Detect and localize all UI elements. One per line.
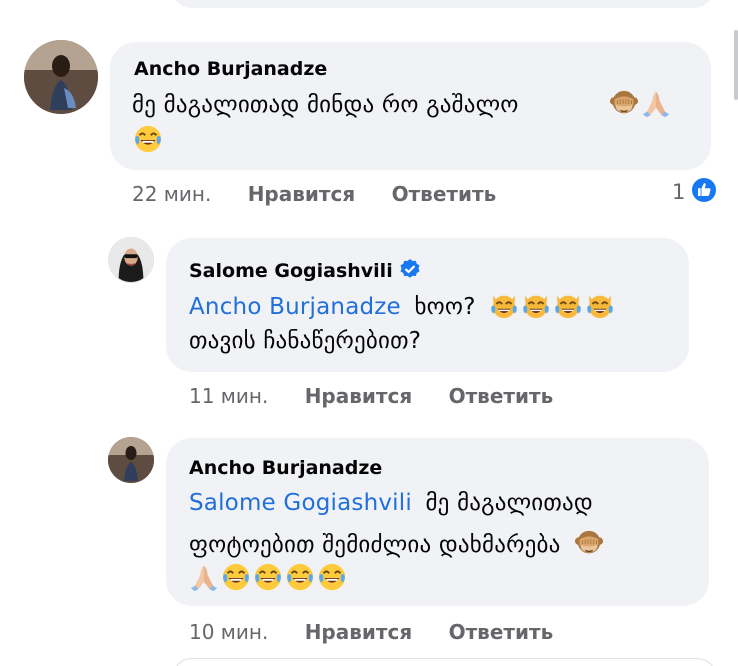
- comment-text: მე მაგალითად მინდა რო გაშალო: [132, 92, 519, 118]
- comment-text-line: ფოტოებით შემიძლია დახმარება: [189, 528, 606, 558]
- avatar[interactable]: [108, 437, 154, 483]
- thumbs-up-icon: [690, 176, 718, 204]
- comment-text-line: მე მაგალითად მინდა რო გაშალო: [132, 92, 519, 118]
- see-no-evil-monkey-emoji: [609, 88, 639, 118]
- comment-emoji-group: [609, 88, 673, 118]
- cat-with-tears-of-joy-emoji: [585, 290, 615, 320]
- see-no-evil-monkey-emoji: [574, 528, 604, 558]
- reply-button[interactable]: Ответить: [392, 182, 497, 206]
- next-comment-bubble: [172, 658, 717, 666]
- comment-author[interactable]: Ancho Burjanadze: [134, 58, 327, 80]
- reply-button[interactable]: Ответить: [449, 384, 554, 408]
- face-with-tears-of-joy-emoji: [317, 562, 347, 592]
- mention-link[interactable]: Salome Gogiashvili: [189, 490, 412, 516]
- folded-hands-emoji: [641, 88, 671, 118]
- face-with-tears-of-joy-emoji: [285, 562, 315, 592]
- comment-author-name[interactable]: Salome Gogiashvili: [189, 260, 393, 282]
- folded-hands-emoji: [189, 562, 219, 592]
- avatar[interactable]: [24, 40, 98, 114]
- comment-time[interactable]: 11 мин.: [189, 384, 268, 408]
- comment-text: მე მაგალითად: [425, 490, 593, 516]
- comment-author[interactable]: Ancho Burjanadze: [189, 457, 382, 479]
- comment-actions: 10 мин. Нравится Ответить: [189, 620, 553, 644]
- cat-with-tears-of-joy-emoji: [489, 290, 519, 320]
- comment-actions: 22 мин. Нравится Ответить: [132, 182, 496, 206]
- previous-comment-bubble: [170, 0, 715, 8]
- comment-emoji-line: [189, 562, 349, 592]
- comment-text: თავის ჩანაწერებით?: [189, 328, 422, 354]
- comment-text-line: თავის ჩანაწერებით?: [189, 328, 421, 354]
- face-with-tears-of-joy-emoji: [133, 124, 163, 154]
- avatar[interactable]: [108, 237, 154, 283]
- like-button[interactable]: Нравится: [248, 182, 356, 206]
- reply-button[interactable]: Ответить: [449, 620, 554, 644]
- comment-actions: 11 мин. Нравится Ответить: [189, 384, 553, 408]
- comment-time[interactable]: 10 мин.: [189, 620, 268, 644]
- face-with-tears-of-joy-emoji: [221, 562, 251, 592]
- like-button[interactable]: Нравится: [305, 620, 413, 644]
- comment-text: ფოტოებით შემიძლია დახმარება: [189, 532, 561, 558]
- like-button[interactable]: Нравится: [305, 384, 413, 408]
- cat-with-tears-of-joy-emoji: [521, 290, 551, 320]
- comment-emoji-line: [133, 124, 165, 154]
- comment-text: ხოო?: [414, 294, 476, 320]
- face-with-tears-of-joy-emoji: [253, 562, 283, 592]
- mention-link[interactable]: Ancho Burjanadze: [189, 294, 401, 320]
- cat-with-tears-of-joy-emoji: [553, 290, 583, 320]
- scrollbar[interactable]: [734, 30, 738, 100]
- comment-time[interactable]: 22 мин.: [132, 182, 211, 206]
- comment-text-line: Salome Gogiashvili მე მაგალითად: [189, 490, 593, 516]
- comment-author[interactable]: Salome Gogiashvili: [189, 258, 421, 282]
- comment-text-line: Ancho Burjanadze ხოო?: [189, 290, 617, 320]
- reaction-count[interactable]: 1: [672, 180, 685, 204]
- verified-badge-icon: [399, 258, 421, 280]
